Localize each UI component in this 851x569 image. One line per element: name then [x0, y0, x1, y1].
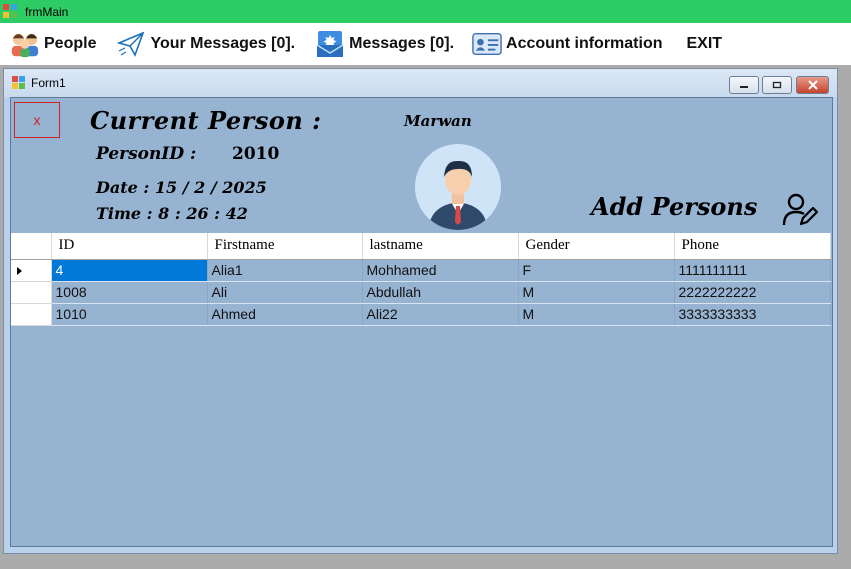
column-header-gender[interactable]: Gender	[518, 233, 675, 260]
column-header-lastname[interactable]: lastname	[362, 233, 519, 260]
cell-id[interactable]: 4	[51, 259, 208, 282]
menu-exit-label: EXIT	[686, 35, 723, 52]
cell-id[interactable]: 1010	[51, 303, 208, 326]
window-title: frmMain	[25, 4, 69, 19]
form-icon	[12, 76, 26, 90]
menu-exit[interactable]: EXIT	[680, 23, 728, 65]
cell-gender[interactable]: F	[518, 259, 675, 282]
table-row[interactable]: 4 Alia1 Mohhamed F 1111111111	[11, 259, 831, 282]
cell-lastname[interactable]: Abdullah	[362, 281, 519, 304]
column-header-phone[interactable]: Phone	[674, 233, 831, 260]
paper-plane-icon	[116, 29, 146, 59]
app-icon	[3, 3, 19, 20]
grid-corner-header[interactable]	[11, 233, 52, 260]
column-header-firstname[interactable]: Firstname	[207, 233, 363, 260]
cell-id[interactable]: 1008	[51, 281, 208, 304]
menu-people[interactable]: People	[4, 23, 102, 65]
persons-grid[interactable]: ID Firstname lastname Gender Phone 4 Ali…	[11, 233, 831, 545]
column-header-id[interactable]: ID	[51, 233, 208, 260]
menu-account-info-label: Account information	[506, 35, 663, 52]
person-id-value: 2010	[232, 144, 280, 164]
envelope-icon	[315, 29, 345, 59]
close-x-button[interactable]: x	[14, 102, 60, 138]
cell-phone[interactable]: 2222222222	[674, 281, 831, 304]
menu-bar: People Your Messages [0]. Messages [0].	[0, 23, 851, 65]
restore-button[interactable]	[762, 76, 792, 94]
minimize-icon	[740, 86, 748, 88]
row-header[interactable]	[11, 303, 52, 326]
edit-user-icon[interactable]	[781, 191, 819, 229]
person-id-label: PersonID :	[96, 144, 197, 164]
cell-firstname[interactable]: Ali	[207, 281, 363, 304]
cell-firstname[interactable]: Ahmed	[207, 303, 363, 326]
row-header[interactable]	[11, 281, 52, 304]
form-title: Form1	[31, 76, 66, 90]
close-window-button[interactable]	[796, 76, 829, 94]
table-row[interactable]: 1008 Ali Abdullah M 2222222222	[11, 281, 831, 304]
cell-firstname[interactable]: Alia1	[207, 259, 363, 282]
current-person-label: Current Person :	[90, 106, 322, 135]
menu-your-messages-label: Your Messages [0].	[150, 35, 296, 52]
cell-gender[interactable]: M	[518, 281, 675, 304]
menu-people-label: People	[44, 35, 97, 52]
form-client-area: x Current Person : PersonID : 2010 Date …	[10, 97, 833, 547]
menu-messages-label: Messages [0].	[349, 35, 455, 52]
cell-lastname[interactable]: Ali22	[362, 303, 519, 326]
time-text: Time : 8 : 26 : 42	[96, 204, 248, 223]
avatar-image	[415, 144, 501, 230]
menu-account-info[interactable]: Account information	[466, 23, 668, 65]
current-row-arrow-icon	[17, 266, 22, 275]
close-icon	[807, 80, 818, 90]
row-header[interactable]	[11, 259, 52, 282]
user-avatar	[415, 144, 501, 230]
grid-header-row: ID Firstname lastname Gender Phone	[11, 233, 831, 260]
table-row[interactable]: 1010 Ahmed Ali22 M 3333333333	[11, 303, 831, 326]
cell-phone[interactable]: 3333333333	[674, 303, 831, 326]
people-icon	[10, 29, 40, 59]
minimize-button[interactable]	[729, 76, 759, 94]
menu-messages[interactable]: Messages [0].	[309, 23, 460, 65]
menu-your-messages[interactable]: Your Messages [0].	[110, 23, 301, 65]
form-title-bar: Form1	[4, 69, 837, 97]
id-card-icon	[472, 29, 502, 59]
restore-icon	[772, 81, 782, 89]
title-bar: frmMain	[0, 0, 851, 23]
child-form: Form1 x Current Person : PersonID : 2010…	[3, 68, 838, 554]
add-persons-label[interactable]: Add Persons	[591, 192, 757, 221]
cell-lastname[interactable]: Mohhamed	[362, 259, 519, 282]
date-text: Date : 15 / 2 / 2025	[96, 178, 267, 197]
cell-gender[interactable]: M	[518, 303, 675, 326]
username-label: Marwan	[404, 112, 472, 130]
cell-phone[interactable]: 1111111111	[674, 259, 831, 282]
